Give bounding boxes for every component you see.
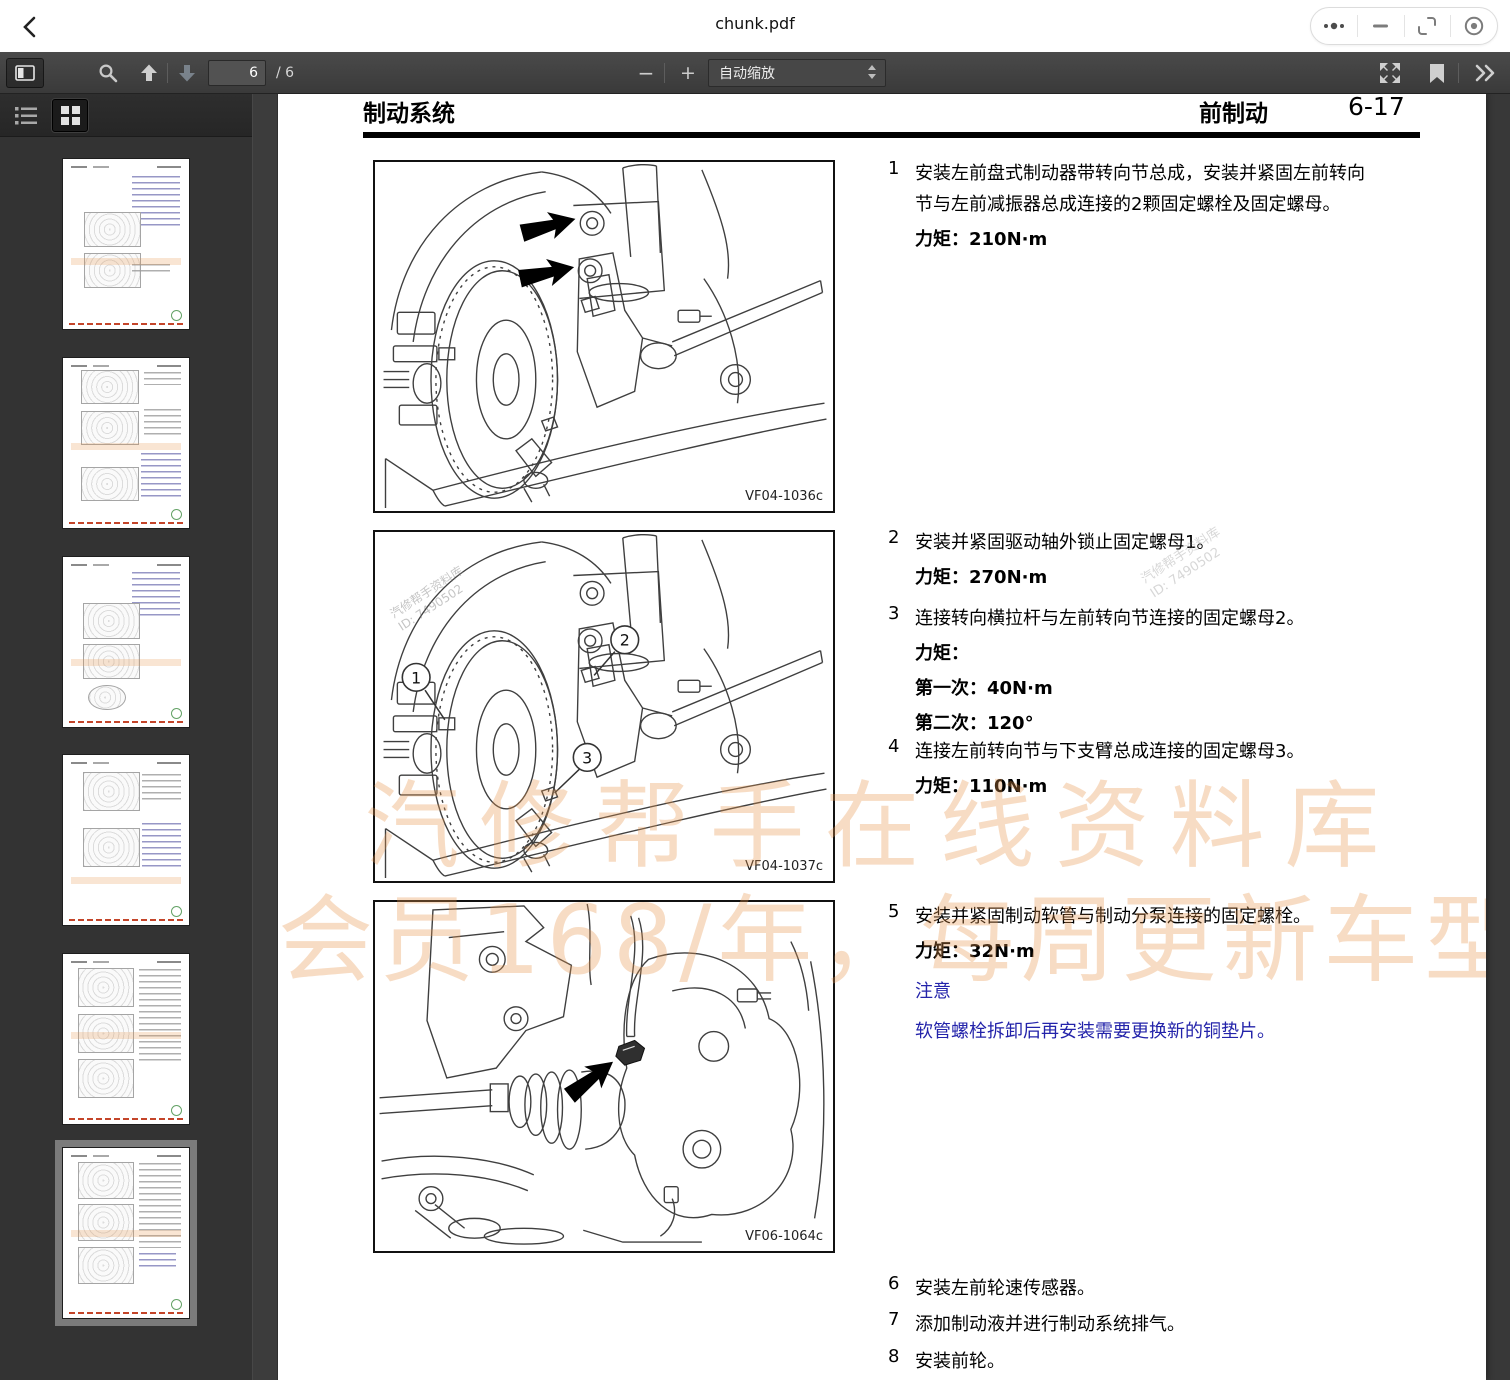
step-text: 连接左前转向节与下支臂总成连接的固定螺母3。 (915, 736, 1377, 767)
figure-brake-knuckle-arrows: VF04-1036c (373, 160, 835, 513)
torque-line: 力矩：110N·m (915, 771, 1377, 802)
page-number-input[interactable] (208, 60, 266, 86)
figure-label: VF04-1036c (745, 489, 823, 504)
divider (664, 63, 665, 83)
divider (1458, 63, 1459, 83)
next-page-button[interactable] (172, 58, 202, 88)
page-thumbnail-1[interactable] (62, 158, 190, 330)
figure-brake-hose-banjo: VF06-1064c (373, 900, 835, 1253)
minimize-icon[interactable] (1368, 13, 1394, 39)
step-text: 安装并紧固驱动轴外锁止固定螺母1。 (915, 527, 1377, 558)
brake-assembly-drawing (375, 162, 833, 511)
step-text: 安装左前盘式制动器带转向节总成，安装并紧固左前转向节与左前减振器总成连接的2颗固… (915, 158, 1377, 220)
thumbnail-grid-icon (61, 106, 80, 125)
step-text: 添加制动液并进行制动系统排气。 (915, 1309, 1377, 1340)
callout-2: 2 (620, 631, 630, 650)
page-thumbnail-5[interactable] (62, 953, 190, 1125)
outline-view-button[interactable] (8, 99, 44, 132)
restore-icon[interactable] (1414, 13, 1440, 39)
bookmark-button[interactable] (1422, 58, 1452, 88)
step-4: 4 连接左前转向节与下支臂总成连接的固定螺母3。 力矩：110N·m (888, 736, 1418, 802)
torque-line: 第一次：40N·m (915, 673, 1377, 704)
step-number: 4 (888, 736, 899, 757)
select-spinner-icon (868, 64, 885, 83)
document-title: chunk.pdf (715, 14, 795, 33)
step-number: 6 (888, 1273, 899, 1294)
zoom-in-button[interactable]: + (674, 58, 702, 88)
sidebar-toggle-button[interactable] (6, 58, 44, 88)
torque-line: 力矩： (915, 638, 1377, 669)
pdf-page: 制动系统 前制动 6-17 VF04-1036c (278, 94, 1486, 1380)
step-text: 安装前轮。 (915, 1346, 1377, 1377)
page-thumbnail-6-selected[interactable] (62, 1147, 190, 1319)
callout-3: 3 (582, 748, 592, 767)
step-text: 连接转向横拉杆与左前转向节连接的固定螺母2。 (915, 603, 1377, 634)
divider (1357, 15, 1358, 37)
titlebar: chunk.pdf (0, 0, 1510, 52)
zoom-out-button[interactable]: − (632, 58, 660, 88)
torque-line: 力矩：32N·m (915, 936, 1377, 967)
more-options-icon[interactable] (1321, 13, 1347, 39)
divider (1450, 15, 1451, 37)
figure-label: VF06-1064c (745, 1229, 823, 1244)
note-heading: 注意 (915, 976, 1377, 1007)
step-1: 1 安装左前盘式制动器带转向节总成，安装并紧固左前转向节与左前减振器总成连接的2… (888, 158, 1418, 255)
divider (1404, 15, 1405, 37)
note-text: 软管螺栓拆卸后再安装需要更换新的铜垫片。 (915, 1016, 1377, 1047)
previous-page-button[interactable] (134, 58, 164, 88)
window-controls (1310, 7, 1498, 45)
pdf-viewer-area[interactable]: 制动系统 前制动 6-17 VF04-1036c (278, 94, 1510, 1380)
pdf-toolbar: / 6 − + 自动缩放 (0, 52, 1510, 94)
page-header-section: 制动系统 (363, 94, 455, 128)
step-8: 8 安装前轮。 (888, 1346, 1418, 1377)
back-button[interactable] (16, 12, 46, 42)
thumbnail-view-button[interactable] (52, 99, 88, 132)
record-icon[interactable] (1461, 13, 1487, 39)
step-number: 2 (888, 527, 899, 548)
step-3: 3 连接转向横拉杆与左前转向节连接的固定螺母2。 力矩： 第一次：40N·m 第… (888, 603, 1418, 739)
figure-brake-knuckle-callouts: 1 2 3 汽修帮手资料库ID: 7490502 VF04-1037c (373, 530, 835, 883)
sidebar-view-switcher (0, 94, 252, 137)
step-number: 3 (888, 603, 899, 624)
page-thumbnail-4[interactable] (62, 754, 190, 926)
zoom-level-label: 自动缩放 (709, 63, 868, 83)
callout-1: 1 (411, 668, 421, 687)
page-total-label: / 6 (276, 65, 294, 81)
step-number: 8 (888, 1346, 899, 1367)
thumbnails-sidebar (0, 94, 252, 1380)
step-text: 安装左前轮速传感器。 (915, 1273, 1377, 1304)
torque-line: 第二次：120° (915, 708, 1377, 739)
step-text: 安装并紧固制动软管与制动分泵连接的固定螺栓。 (915, 901, 1377, 932)
header-rule (363, 132, 1420, 138)
step-7: 7 添加制动液并进行制动系统排气。 (888, 1309, 1418, 1340)
step-number: 7 (888, 1309, 899, 1330)
page-header-topic: 前制动 (1199, 94, 1268, 128)
cv-axle-caliper-drawing (375, 902, 833, 1251)
step-number: 5 (888, 901, 899, 922)
banjo-bolt-target (616, 1040, 645, 1065)
page-header-number: 6-17 (1348, 94, 1405, 121)
step-5: 5 安装并紧固制动软管与制动分泵连接的固定螺栓。 力矩：32N·m 注意 软管螺… (888, 901, 1418, 1047)
step-6: 6 安装左前轮速传感器。 (888, 1273, 1418, 1304)
zoom-level-select[interactable]: 自动缩放 (708, 59, 886, 87)
sidebar-resizer[interactable] (252, 94, 278, 1380)
callout-bubbles: 1 2 3 (402, 626, 638, 771)
callout-arrow-icons (517, 205, 579, 292)
search-button[interactable] (92, 58, 124, 88)
more-tools-button[interactable] (1468, 58, 1502, 88)
torque-line: 力矩：210N·m (915, 224, 1377, 255)
page-thumbnail-3[interactable] (62, 556, 190, 728)
callout-arrow-icon (561, 1051, 622, 1107)
figure-label: VF04-1037c (745, 859, 823, 874)
page-thumbnail-2[interactable] (62, 357, 190, 529)
divider (167, 63, 168, 83)
presentation-mode-button[interactable] (1374, 58, 1406, 88)
step-number: 1 (888, 158, 899, 179)
